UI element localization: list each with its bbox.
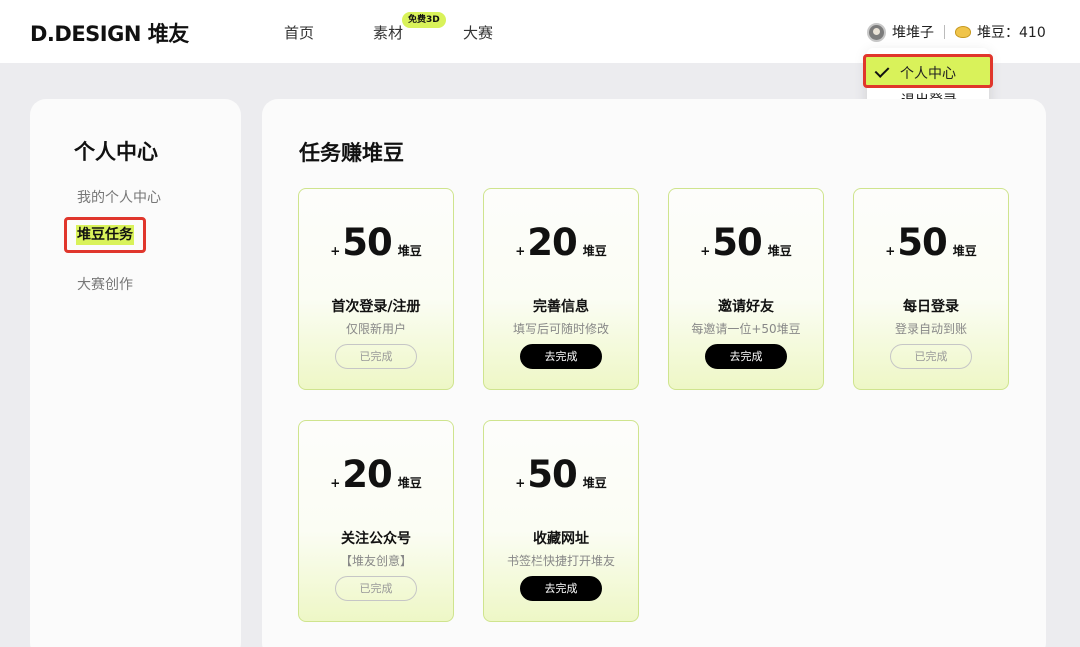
reward-unit: 堆豆 (582, 244, 607, 258)
plus-sign: + (515, 244, 526, 258)
reward-unit: 堆豆 (767, 244, 792, 258)
task-go-button[interactable]: 去完成 (520, 576, 602, 601)
task-name: 首次登录/注册 (331, 299, 421, 315)
task-completed-button[interactable]: 已完成 (890, 344, 972, 369)
task-go-button[interactable]: 去完成 (705, 344, 787, 369)
nav-contest[interactable]: 大赛 (463, 22, 493, 43)
reward-amount: + 50 堆豆 (484, 455, 638, 495)
task-description: 书签栏快捷打开堆友 (506, 554, 615, 568)
sidebar: 个人中心 我的个人中心 堆豆任务 大赛创作 (30, 99, 241, 647)
task-completed-button[interactable]: 已完成 (335, 344, 417, 369)
task-card: + 50 堆豆 首次登录/注册 仅限新用户 已完成 (298, 188, 454, 390)
reward-amount: + 50 堆豆 (299, 223, 453, 263)
menu-item-personal-center[interactable]: 个人中心 (863, 54, 993, 88)
task-card: + 50 堆豆 收藏网址 书签栏快捷打开堆友 去完成 (483, 420, 639, 622)
reward-amount: + 20 堆豆 (484, 223, 638, 263)
user-name[interactable]: 堆堆子 (892, 22, 934, 42)
task-description: 每邀请一位+50堆豆 (691, 322, 801, 336)
reward-number: 50 (342, 221, 392, 264)
task-card: + 20 堆豆 关注公众号 【堆友创意】 已完成 (298, 420, 454, 622)
reward-unit: 堆豆 (952, 244, 977, 258)
site-logo[interactable]: D.DESIGN 堆友 (30, 18, 189, 48)
reward-amount: + 50 堆豆 (854, 223, 1008, 263)
sidebar-item-contest-creation[interactable]: 大赛创作 (77, 274, 133, 294)
reward-amount: + 50 堆豆 (669, 223, 823, 263)
nav-material[interactable]: 素材 (373, 22, 403, 43)
plus-sign: + (330, 244, 341, 258)
check-icon (874, 63, 890, 78)
plus-sign: + (515, 476, 526, 490)
nav-home[interactable]: 首页 (284, 22, 314, 43)
reward-number: 20 (527, 221, 577, 264)
plus-sign: + (700, 244, 711, 258)
bean-balance: 堆豆：410 (977, 25, 1046, 41)
task-go-button[interactable]: 去完成 (520, 344, 602, 369)
reward-unit: 堆豆 (582, 476, 607, 490)
main-panel: 任务赚堆豆 + 50 堆豆 首次登录/注册 仅限新用户 已完成 + 20 堆豆 … (262, 99, 1046, 647)
task-description: 仅限新用户 (345, 322, 406, 336)
menu-item-label: 个人中心 (900, 66, 956, 82)
task-card: + 50 堆豆 每日登录 登录自动到账 已完成 (853, 188, 1009, 390)
plus-sign: + (885, 244, 896, 258)
page-title: 任务赚堆豆 (299, 141, 404, 165)
reward-number: 50 (712, 221, 762, 264)
task-description: 登录自动到账 (894, 322, 967, 336)
divider (944, 25, 945, 39)
plus-sign: + (330, 476, 341, 490)
task-name: 完善信息 (533, 299, 589, 315)
task-name: 每日登录 (903, 299, 959, 315)
reward-unit: 堆豆 (397, 476, 422, 490)
task-name: 收藏网址 (533, 531, 589, 547)
sidebar-item-bean-tasks[interactable]: 堆豆任务 (64, 217, 146, 253)
task-description: 【堆友创意】 (339, 554, 412, 568)
task-completed-button[interactable]: 已完成 (335, 576, 417, 601)
task-name: 关注公众号 (341, 531, 411, 547)
reward-number: 50 (897, 221, 947, 264)
reward-number: 50 (527, 453, 577, 496)
avatar[interactable] (867, 22, 886, 42)
sidebar-item-my-center[interactable]: 我的个人中心 (77, 187, 161, 207)
task-card: + 20 堆豆 完善信息 填写后可随时修改 去完成 (483, 188, 639, 390)
sidebar-title: 个人中心 (74, 140, 158, 164)
reward-amount: + 20 堆豆 (299, 455, 453, 495)
task-description: 填写后可随时修改 (512, 322, 609, 336)
free-3d-badge: 免费3D (402, 12, 446, 28)
sidebar-item-label: 堆豆任务 (76, 225, 134, 245)
reward-unit: 堆豆 (397, 244, 422, 258)
user-menu[interactable]: 堆堆子 堆豆：410 (867, 22, 1046, 42)
bean-icon (955, 26, 971, 38)
task-card: + 50 堆豆 邀请好友 每邀请一位+50堆豆 去完成 (668, 188, 824, 390)
reward-number: 20 (342, 453, 392, 496)
task-name: 邀请好友 (718, 299, 774, 315)
